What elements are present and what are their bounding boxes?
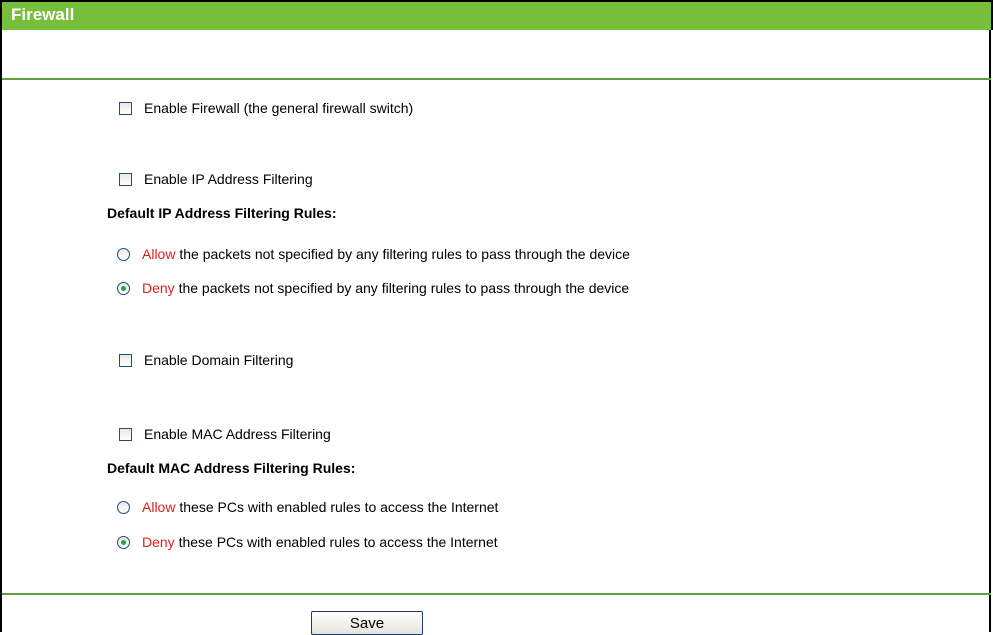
mac-allow-keyword: Allow [142,499,176,515]
ip-allow-text: the packets not specified by any filteri… [175,246,630,262]
mac-allow-option[interactable]: Allow these PCs with enabled rules to ac… [117,497,498,517]
ip-filtering-option[interactable]: Enable IP Address Filtering [119,169,313,189]
mac-allow-radio[interactable] [117,500,130,514]
ip-allow-option[interactable]: Allow the packets not specified by any f… [117,244,630,264]
ip-allow-keyword: Allow [142,246,176,262]
title-bar: Firewall [0,0,993,30]
bottom-divider [2,593,991,595]
mac-rules-heading: Default MAC Address Filtering Rules: [107,458,355,478]
enable-domain-filtering-checkbox[interactable] [119,353,132,367]
ip-deny-option[interactable]: Deny the packets not specified by any fi… [117,278,629,298]
ip-rules-heading-text: Default IP Address Filtering Rules: [107,205,337,221]
ip-rules-heading: Default IP Address Filtering Rules: [107,203,337,223]
enable-mac-filtering-label: Enable MAC Address Filtering [144,426,331,442]
firewall-option[interactable]: Enable Firewall (the general firewall sw… [119,98,413,118]
ip-allow-radio[interactable] [117,247,130,261]
ip-deny-text: the packets not specified by any filteri… [174,280,630,296]
page-title: Firewall [11,5,75,24]
enable-firewall-label: Enable Firewall (the general firewall sw… [144,100,414,116]
enable-firewall-checkbox[interactable] [119,101,132,115]
enable-mac-filtering-checkbox[interactable] [119,427,132,441]
ip-deny-keyword: Deny [142,280,175,296]
mac-filtering-option[interactable]: Enable MAC Address Filtering [119,424,331,444]
mac-deny-option[interactable]: Deny these PCs with enabled rules to acc… [117,532,498,552]
domain-filtering-option[interactable]: Enable Domain Filtering [119,350,293,370]
mac-allow-text: these PCs with enabled rules to access t… [175,499,499,515]
enable-ip-filtering-checkbox[interactable] [119,172,132,186]
ip-deny-radio[interactable] [117,281,130,295]
mac-rules-heading-text: Default MAC Address Filtering Rules: [107,460,356,476]
mac-deny-text: these PCs with enabled rules to access t… [174,534,498,550]
enable-ip-filtering-label: Enable IP Address Filtering [144,171,313,187]
save-button[interactable]: Save [311,611,423,635]
mac-deny-radio[interactable] [117,535,130,549]
top-divider [2,78,991,80]
enable-domain-filtering-label: Enable Domain Filtering [144,352,294,368]
mac-deny-keyword: Deny [142,534,175,550]
